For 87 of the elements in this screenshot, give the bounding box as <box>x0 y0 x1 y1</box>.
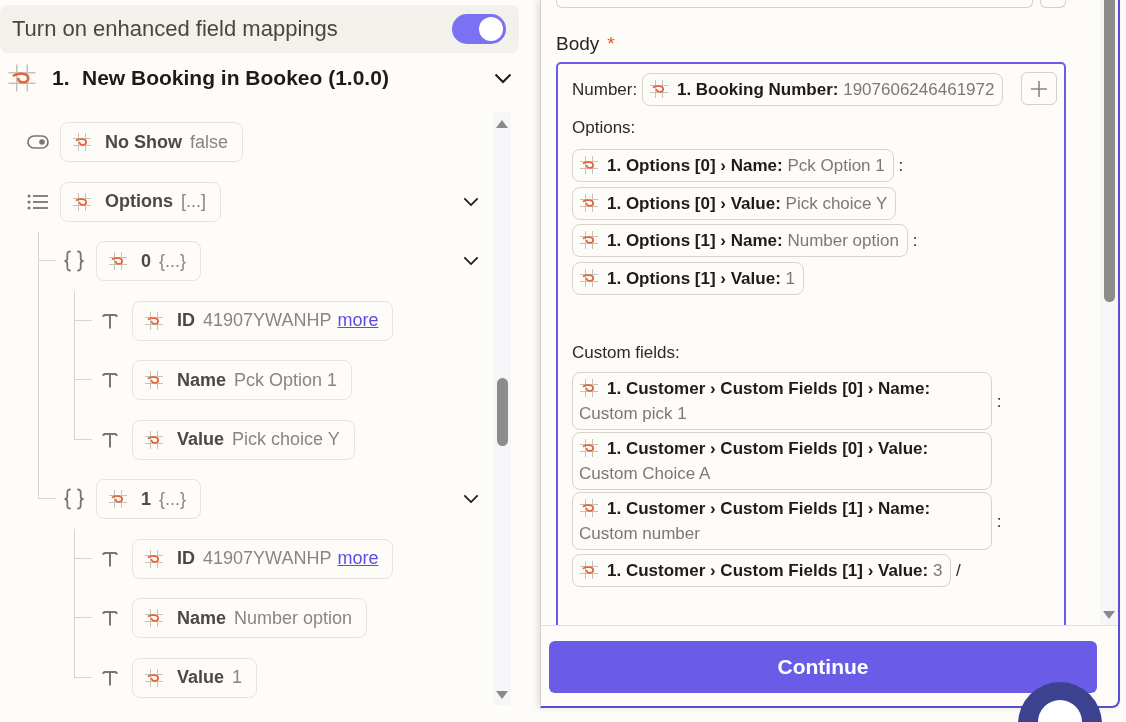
field-pill[interactable]: 0 {...} <box>96 241 202 281</box>
grid-circle-icon <box>144 608 164 628</box>
more-link[interactable]: more <box>337 310 379 331</box>
field-chip[interactable]: 1. Customer › Custom Fields [1] › Value: 3 <box>572 554 952 588</box>
grid-circle-icon <box>579 193 599 214</box>
step-title: New Booking in Bookeo (1.0.0) <box>82 66 389 90</box>
tree-connector <box>74 291 92 321</box>
grid-circle-icon <box>144 429 164 450</box>
more-link[interactable]: more <box>337 548 379 569</box>
braces-icon <box>62 250 86 272</box>
chevron-down-icon[interactable] <box>494 72 512 84</box>
tree-connector <box>74 578 92 618</box>
text-type-icon <box>102 610 118 626</box>
grid-circle-icon <box>579 560 599 581</box>
add-button[interactable] <box>1021 72 1057 105</box>
grid-circle-icon <box>579 378 599 399</box>
toggle-icon <box>27 135 49 149</box>
scroll-down-button[interactable] <box>1102 610 1116 620</box>
grid-circle-icon <box>579 230 599 251</box>
chevron-down-icon[interactable] <box>463 256 479 266</box>
body-text: / <box>956 561 961 581</box>
text-type-icon <box>102 372 118 388</box>
body-text: : <box>996 511 1002 531</box>
grid-circle-icon <box>144 667 164 688</box>
grid-circle-icon <box>648 79 669 99</box>
field-pill[interactable]: Value 1 <box>132 657 258 698</box>
field-chip[interactable]: 1. Customer › Custom Fields [1] › Name: Custom number <box>572 492 992 551</box>
scrollbar-thumb[interactable] <box>496 378 508 446</box>
plus-icon <box>1030 79 1048 98</box>
scroll-down-button[interactable] <box>495 690 509 700</box>
grid-circle-icon <box>144 548 164 569</box>
toggle-switch[interactable] <box>452 14 506 44</box>
text-type-icon <box>102 669 118 686</box>
text-type-icon <box>102 431 118 448</box>
field-pill[interactable]: Options [...] <box>60 181 221 222</box>
braces-icon <box>62 488 86 510</box>
tree-connector <box>38 459 56 499</box>
field-chip[interactable]: 1. Customer › Custom Fields [0] › Value: Custom Choice A <box>572 432 992 491</box>
field-pill[interactable]: Name Pck Option 1 <box>132 360 353 400</box>
grid-circle-icon <box>7 63 37 93</box>
body-text: : <box>912 231 918 251</box>
tree-connector <box>38 231 56 261</box>
field-pill[interactable]: ID 41907YWANHP more <box>132 300 394 341</box>
body-text: Custom fields: <box>572 343 680 363</box>
continue-button[interactable]: Continue <box>549 641 1097 693</box>
input-field[interactable] <box>556 0 1033 8</box>
body-text: Number: <box>572 80 638 99</box>
field-chip[interactable]: 1. Options [0] › Value: Pick choice Y <box>572 187 897 221</box>
required-asterisk: * <box>607 33 615 55</box>
grid-circle-icon <box>579 498 599 519</box>
field-chip[interactable]: 1. Options [1] › Name: Number option <box>572 224 908 258</box>
field-pill[interactable]: ID 41907YWANHP more <box>132 538 394 579</box>
field-pill[interactable]: No Show false <box>60 122 244 162</box>
list-icon <box>27 193 49 210</box>
setting-label: Turn on enhanced field mappings <box>12 16 338 42</box>
grid-circle-icon <box>579 155 599 176</box>
chevron-down-icon[interactable] <box>463 494 479 504</box>
field-label: Body <box>556 33 600 55</box>
chevron-down-icon[interactable] <box>463 196 479 207</box>
scrollbar-thumb[interactable] <box>1103 0 1115 302</box>
scroll-up-button[interactable] <box>495 119 509 129</box>
text-type-icon <box>102 312 118 329</box>
field-pill[interactable]: Name Number option <box>132 598 368 638</box>
grid-circle-icon <box>144 370 164 390</box>
grid-circle-icon <box>108 489 128 509</box>
field-chip[interactable]: 1. Booking Number: 1907606246461972 <box>641 73 1004 106</box>
grid-circle-icon <box>579 268 599 289</box>
tree-connector <box>74 400 92 440</box>
tree-connector <box>74 638 92 678</box>
floating-launcher-button[interactable] <box>1018 681 1102 722</box>
step-number: 1. <box>52 66 71 90</box>
body-text: : <box>996 391 1002 411</box>
field-chip[interactable]: 1. Options [0] › Name: Pck Option 1 <box>572 149 894 183</box>
tree-connector <box>74 340 92 380</box>
field-pill[interactable]: 1 {...} <box>96 479 202 519</box>
field-pill[interactable]: Value Pick choice Y <box>132 419 355 460</box>
field-chip[interactable]: 1. Options [1] › Value: 1 <box>572 262 804 296</box>
grid-circle-icon <box>72 191 92 212</box>
body-text: Options: <box>572 118 636 138</box>
body-text: : <box>898 156 904 176</box>
grid-circle-icon <box>108 251 128 271</box>
grid-circle-icon <box>144 310 164 331</box>
tree-connector <box>74 529 92 559</box>
grid-circle-icon <box>72 132 92 152</box>
text-type-icon <box>102 550 118 567</box>
field-chip[interactable]: 1. Customer › Custom Fields [0] › Name: Custom pick 1 <box>572 372 992 431</box>
grid-circle-icon <box>579 438 599 459</box>
